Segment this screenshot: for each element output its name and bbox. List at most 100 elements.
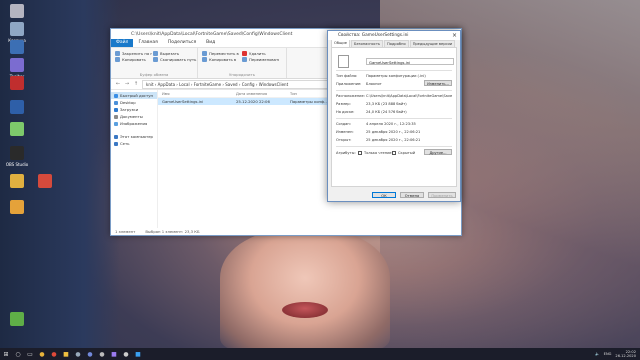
organize-group: Переместить в Копировать в Удалить Переи… [198,48,287,78]
tab-previous-versions[interactable]: Предыдущие версии [409,40,456,47]
desktop-icon[interactable] [30,174,60,190]
type-value: Параметры конфигурации (.ini) [366,74,426,78]
desktop-icon[interactable] [2,200,32,216]
desktop-icon[interactable] [2,4,32,20]
copy-path-button[interactable]: Скопировать путь [153,56,196,62]
properties-tabs: Общие Безопасность Подробно Предыдущие в… [328,39,460,47]
pin-icon [115,50,120,56]
tab-security[interactable]: Безопасность [350,40,384,47]
cut-label: Вырезать [160,50,180,56]
hidden-label: Скрытый [398,151,416,155]
disk-label: На диске: [336,110,355,114]
wallpaper-lips [282,302,328,318]
location-label: Расположение: [336,94,365,98]
network-icon [114,141,118,146]
obs-icon[interactable]: ● [120,348,132,360]
close-icon[interactable]: × [452,31,457,40]
nav-quick-access[interactable]: Быстрый доступ [111,92,157,99]
properties-titlebar[interactable]: Свойства: GameUserSettings.ini × [328,31,460,40]
divider [336,90,452,91]
app-icon[interactable]: ● [96,348,108,360]
rename-button[interactable]: Переименовать [242,56,279,62]
file-date: 25.12.2020 22:06 [236,99,270,104]
readonly-checkbox[interactable] [358,151,362,155]
status-selected: Выбран 1 элемент: 23,3 КБ [145,228,200,234]
location-value: C:\Users\knit\AppData\Local\FortniteGame… [366,94,452,98]
status-bar: 1 элемент Выбран 1 элемент: 23,3 КБ [111,227,461,235]
folder-icon[interactable]: ■ [60,348,72,360]
disk-value: 24,0 КБ (24 576 байт) [366,110,407,114]
nav-images-label: Изображения [120,121,148,126]
created-label: Создан: [336,122,351,126]
tab-home[interactable]: Главная [133,39,162,47]
desktop-icon[interactable] [2,312,32,328]
desktop-icon[interactable] [2,76,32,92]
app-value: Блокнот [366,82,382,86]
opened-label: Открыт: [336,138,352,142]
tab-file[interactable]: Файл [111,39,134,47]
taskbar: ⊞ ○ ▭ ● ● ■ ● ● ● ■ ● ■ 🔈 ENG 22:02 26.1… [0,348,640,360]
desktop-app-icon [10,40,24,54]
nav-downloads-label: Загрузки [120,107,139,112]
move-icon [202,50,207,56]
size-value: 23,3 КБ (23 888 байт) [366,102,407,106]
nav-network[interactable]: Сеть [111,140,157,147]
properties-dialog[interactable]: Свойства: GameUserSettings.ini × Общие Б… [327,30,461,202]
volume-icon[interactable]: 🔈 [595,352,599,356]
copy-label: Копировать [122,56,146,62]
premiere-icon[interactable]: ■ [108,348,120,360]
desktop-icon[interactable]: OBS Studio [2,146,32,167]
discord-icon[interactable]: ● [84,348,96,360]
copy-path-label: Скопировать путь [160,56,197,62]
clock[interactable]: 22:02 26.12.2020 [615,350,636,359]
steam-icon[interactable]: ● [72,348,84,360]
nav-this-pc[interactable]: Этот компьютер [111,133,157,140]
up-icon[interactable]: ↑ [133,81,139,87]
yandex-icon[interactable]: ● [48,348,60,360]
cancel-button[interactable]: Отмена [400,192,424,198]
desktop-icon[interactable] [2,40,32,56]
photoshop-icon[interactable]: ■ [132,348,144,360]
rename-icon [242,56,247,62]
desktop-app-icon [10,174,24,188]
desktop-icon[interactable] [2,174,32,190]
nav-desktop[interactable]: Desktop [111,99,157,106]
rename-label: Переименовать [249,56,279,62]
delete-label: Удалить [249,50,266,56]
download-icon [114,107,118,112]
col-name[interactable]: Имя [158,92,232,96]
cut-icon [153,50,158,56]
language-indicator[interactable]: ENG [604,352,612,356]
col-date[interactable]: Дата изменения [232,92,286,96]
nav-downloads[interactable]: Загрузки [111,106,157,113]
desktop-icon[interactable] [2,122,32,138]
back-icon[interactable]: ← [115,81,121,87]
chrome-icon[interactable]: ● [36,348,48,360]
tab-general[interactable]: Общие [331,39,350,47]
tab-share[interactable]: Поделиться [163,39,201,47]
clock-date: 26.12.2020 [615,354,636,358]
col-type[interactable]: Тип [286,92,330,96]
filename-field[interactable]: GameUserSettings.ini [366,58,454,65]
ok-button[interactable]: ОК [372,192,396,198]
desktop-icon[interactable] [2,100,32,116]
desktop-app-icon [10,122,24,136]
organize-group-label: Упорядочить [229,72,255,77]
search-icon[interactable]: ○ [12,348,24,360]
desktop-app-icon [10,100,24,114]
tab-details[interactable]: Подробно [384,40,409,47]
start-icon[interactable]: ⊞ [0,348,12,360]
other-attributes-button[interactable]: Другие... [424,149,452,155]
hidden-checkbox[interactable] [392,151,396,155]
nav-documents[interactable]: Документы [111,113,157,120]
clipboard-group-label: Буфер обмена [139,72,169,77]
apply-button[interactable]: Применить [428,192,456,198]
tab-view[interactable]: Вид [201,39,220,47]
nav-images[interactable]: Изображения [111,120,157,127]
desktop-app-icon [10,4,24,18]
app-label: Приложение: [336,82,362,86]
explorer-title: C:\Users\knit\AppData\Local\FortniteGame… [131,31,293,37]
change-button[interactable]: Изменить... [424,80,452,86]
forward-icon[interactable]: → [124,81,130,87]
task-view-icon[interactable]: ▭ [24,348,36,360]
